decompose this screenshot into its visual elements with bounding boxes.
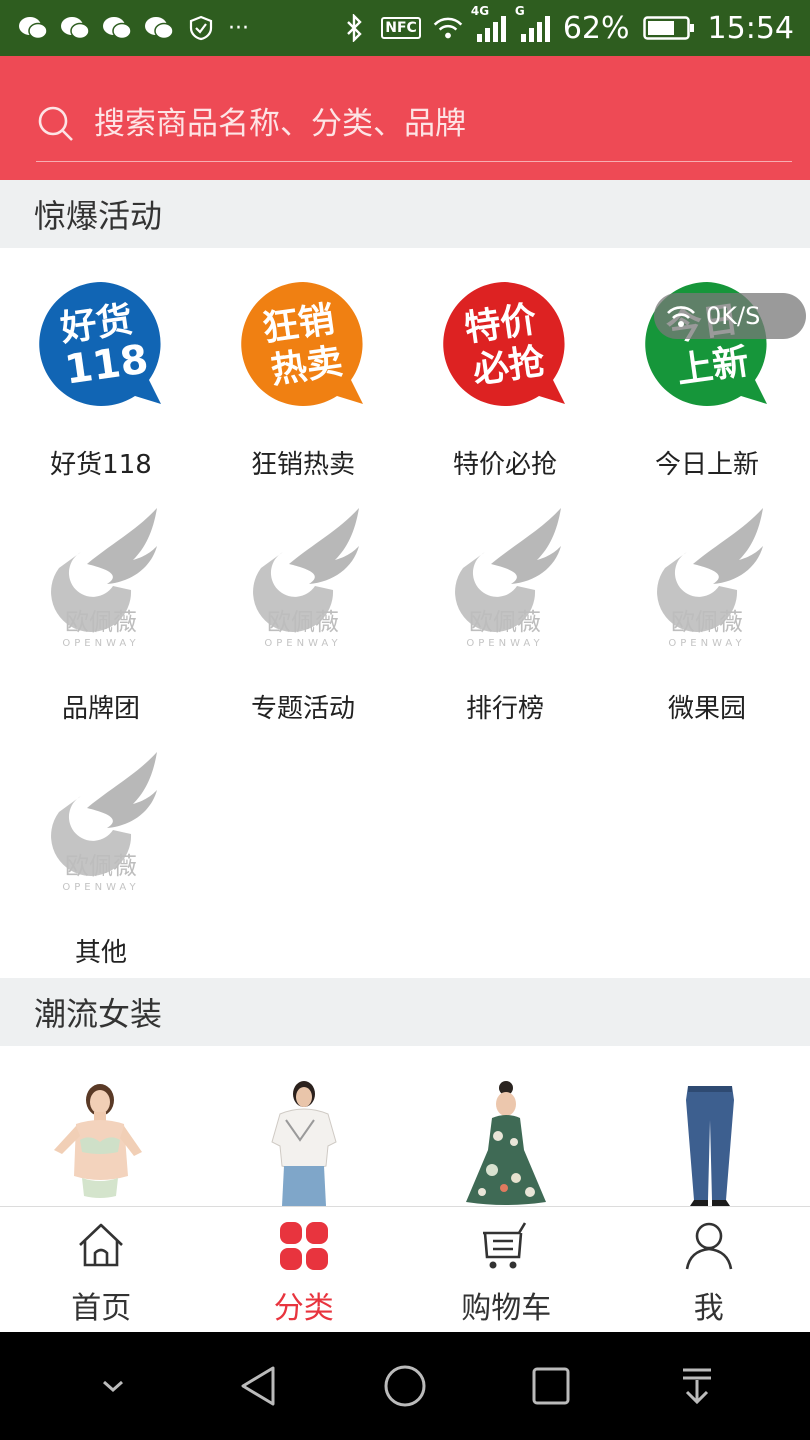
wechat-notification-icon	[18, 15, 48, 41]
cart-icon	[483, 1222, 527, 1269]
net-speed-overlay[interactable]: 0K/S	[654, 293, 806, 339]
special-price-badge-icon: 特价 必抢	[443, 282, 565, 406]
network-type-4g: 4G	[470, 4, 490, 18]
svg-text:OPENWAY: OPENWAY	[264, 638, 341, 649]
home-button[interactable]	[375, 1356, 435, 1416]
home-circle-icon	[384, 1365, 426, 1407]
tab-cart-label: 购物车	[461, 1291, 552, 1326]
svg-text:欧佩薇: 欧佩薇	[671, 608, 743, 636]
svg-text:OPENWAY: OPENWAY	[62, 882, 139, 893]
user-icon	[685, 1222, 733, 1270]
wifi-icon	[667, 306, 695, 327]
haohuo118-badge-icon: 好货 118	[39, 282, 161, 406]
activity-item-brand-group[interactable]: 欧佩薇 OPENWAY 品牌团	[0, 492, 202, 736]
openway-logo-icon: 欧佩薇 OPENWAY	[455, 508, 561, 649]
hot-sale-badge-icon: 狂销 热卖	[241, 282, 363, 406]
shield-check-icon	[186, 15, 216, 41]
chevron-down-icon	[103, 1380, 123, 1393]
section-header-fashion: 潮流女装	[0, 978, 810, 1046]
tab-home-label: 首页	[71, 1291, 132, 1326]
activity-item-hot-sale[interactable]: 狂销 热卖 狂销热卖	[202, 248, 404, 492]
bluetooth-icon	[339, 14, 369, 42]
activity-label: 微果园	[667, 694, 746, 724]
tab-category[interactable]: 分类	[203, 1207, 406, 1332]
openway-logo-icon: 欧佩薇 OPENWAY	[657, 508, 763, 649]
fashion-product-row	[0, 1046, 810, 1206]
activities-grid: 好货 118 好货118 狂销 热卖 狂销热卖 特价 必抢 特价必抢 今日 上新…	[0, 248, 810, 978]
svg-text:OPENWAY: OPENWAY	[62, 638, 139, 649]
system-nav-bar	[0, 1332, 810, 1440]
activity-label: 特价必抢	[452, 450, 557, 480]
product-white-top-image[interactable]	[244, 1080, 364, 1206]
section-header-activities: 惊爆活动	[0, 180, 810, 248]
activity-item-new-today[interactable]: 今日 上新 今日上新	[606, 248, 808, 492]
signal-strength-icon	[476, 16, 506, 42]
openway-logo-icon: 欧佩薇 OPENWAY	[51, 508, 157, 649]
product-jeans-image[interactable]	[650, 1080, 770, 1206]
openway-logo-icon: 欧佩薇 OPENWAY	[253, 508, 359, 649]
search-bar[interactable]	[36, 86, 792, 162]
svg-text:OPENWAY: OPENWAY	[668, 638, 745, 649]
product-floral-dress-image[interactable]	[446, 1080, 566, 1206]
more-notifications: ···	[228, 15, 249, 41]
svg-text:欧佩薇: 欧佩薇	[65, 608, 137, 636]
recents-button[interactable]	[521, 1356, 581, 1416]
hide-nav-button[interactable]	[83, 1356, 143, 1416]
svg-text:欧佩薇: 欧佩薇	[65, 852, 137, 880]
activity-label: 排行榜	[465, 694, 544, 724]
bottom-tab-bar: 首页 分类 购物车 我	[0, 1206, 810, 1332]
net-speed-value: 0K/S	[706, 302, 761, 330]
svg-text:OPENWAY: OPENWAY	[466, 638, 543, 649]
activity-item-other[interactable]: 欧佩薇 OPENWAY 其他	[0, 736, 202, 980]
notification-pull-button[interactable]	[667, 1356, 727, 1416]
network-type-g: G	[514, 4, 525, 18]
openway-logo-icon: 欧佩薇 OPENWAY	[51, 752, 157, 893]
signal-strength-icon	[520, 16, 550, 42]
search-header	[0, 56, 810, 180]
home-icon	[79, 1223, 124, 1267]
tab-home[interactable]: 首页	[0, 1207, 203, 1332]
wifi-icon	[433, 15, 463, 41]
nfc-indicator: NFC	[381, 17, 421, 39]
search-icon	[36, 104, 76, 144]
activity-label: 今日上新	[654, 450, 759, 480]
activity-label: 品牌团	[61, 694, 140, 724]
wechat-notification-icon	[102, 15, 132, 41]
product-lingerie-image[interactable]	[42, 1080, 162, 1206]
recents-square-icon	[532, 1367, 570, 1405]
battery-icon	[642, 15, 696, 41]
activity-item-orchard[interactable]: 欧佩薇 OPENWAY 微果园	[606, 492, 808, 736]
back-button[interactable]	[229, 1356, 289, 1416]
clock-time: 15:54	[707, 10, 794, 46]
category-icon	[279, 1222, 328, 1270]
tab-cart[interactable]: 购物车	[405, 1207, 608, 1332]
wechat-notification-icon	[60, 15, 90, 41]
activity-label: 专题活动	[250, 694, 355, 724]
activity-label: 狂销热卖	[250, 450, 355, 480]
activity-label: 好货118	[50, 450, 152, 480]
activity-item-ranking[interactable]: 欧佩薇 OPENWAY 排行榜	[404, 492, 606, 736]
wechat-notification-icon	[144, 15, 174, 41]
svg-text:欧佩薇: 欧佩薇	[469, 608, 541, 636]
activity-item-haohuo118[interactable]: 好货 118 好货118	[0, 248, 202, 492]
search-input[interactable]	[94, 105, 774, 142]
status-bar: ··· NFC 4G G 62% 15:54	[0, 0, 810, 56]
activity-label: 其他	[74, 938, 127, 968]
svg-text:欧佩薇: 欧佩薇	[267, 608, 339, 636]
tab-category-label: 分类	[273, 1291, 334, 1326]
tab-me-label: 我	[693, 1291, 724, 1326]
activity-item-special-topic[interactable]: 欧佩薇 OPENWAY 专题活动	[202, 492, 404, 736]
tab-me[interactable]: 我	[608, 1207, 810, 1332]
pull-down-icon	[683, 1368, 711, 1405]
battery-percent: 62%	[562, 10, 630, 46]
back-triangle-icon	[241, 1366, 275, 1406]
activity-item-special-price[interactable]: 特价 必抢 特价必抢	[404, 248, 606, 492]
